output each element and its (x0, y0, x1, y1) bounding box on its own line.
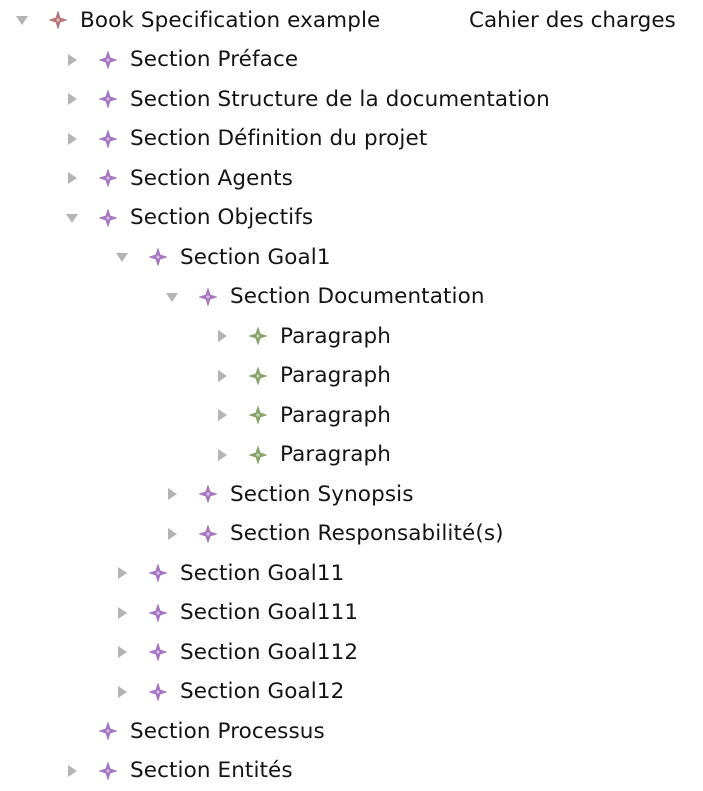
disclosure-collapsed-icon[interactable] (64, 131, 80, 147)
disclosure-collapsed-icon[interactable] (114, 605, 130, 621)
tree-item-section[interactable]: Section Goal12 (0, 672, 703, 712)
tree-item-label: Book Specification example (80, 7, 381, 33)
disclosure-collapsed-icon[interactable] (214, 368, 230, 384)
tree-item-section[interactable]: Section Processus (0, 711, 703, 751)
tree-item-label: Section Goal11 (180, 560, 345, 586)
star-icon (248, 365, 268, 386)
tree-item-section[interactable]: Section Entités (0, 751, 703, 791)
disclosure-expanded-icon[interactable] (64, 210, 80, 226)
tree-item-label: Paragraph (280, 402, 392, 428)
outline-tree: Book Specification example Cahier des cha… (0, 0, 703, 787)
star-icon (198, 286, 218, 307)
star-icon (198, 484, 218, 504)
star-icon (98, 49, 118, 70)
tree-item-paragraph[interactable]: Paragraph (0, 395, 703, 435)
tree-item-section[interactable]: Section Documentation (0, 277, 703, 317)
disclosure-collapsed-icon[interactable] (114, 565, 130, 581)
tree-item-section[interactable]: Section Structure de la documentation (0, 79, 703, 119)
star-icon (148, 247, 168, 267)
disclosure-collapsed-icon[interactable] (114, 644, 130, 660)
tree-item-section[interactable]: Section Synopsis (0, 474, 703, 514)
tree-item-section[interactable]: Section Définition du projet (0, 119, 703, 159)
tree-item-label: Section Documentation (230, 284, 485, 309)
disclosure-collapsed-icon[interactable] (214, 447, 230, 463)
star-icon (48, 10, 68, 30)
tree-item-label: Section Entités (130, 758, 293, 783)
tree-item-section[interactable]: Section Préface (0, 40, 703, 80)
tree-item-paragraph[interactable]: Paragraph (0, 316, 703, 356)
tree-item-label: Section Synopsis (230, 481, 414, 507)
star-icon (198, 523, 218, 544)
star-icon (148, 681, 168, 702)
tree-item-label: Section Objectifs (130, 205, 314, 230)
star-icon (98, 89, 118, 109)
disclosure-collapsed-icon[interactable] (64, 52, 80, 68)
star-icon (248, 405, 268, 425)
disclosure-collapsed-icon[interactable] (64, 91, 80, 107)
tree-item-extra: Cahier des charges (469, 7, 676, 33)
star-icon (98, 168, 118, 188)
disclosure-collapsed-icon[interactable] (214, 328, 230, 344)
tree-item-section[interactable]: Section Agents (0, 158, 703, 198)
tree-item-label: Section Goal112 (180, 639, 359, 665)
tree-item-label: Section Définition du projet (130, 126, 428, 151)
tree-item-section[interactable]: Section Responsabilité(s) (0, 514, 703, 554)
tree-item-label: Paragraph (280, 363, 392, 388)
star-icon (148, 602, 168, 623)
tree-item-label: Section Goal111 (180, 600, 359, 625)
star-icon (248, 444, 268, 465)
tree-item-label: Paragraph (280, 323, 392, 349)
star-icon (148, 563, 168, 583)
tree-item-section[interactable]: Section Objectifs (0, 198, 703, 238)
tree-item-section[interactable]: Section Goal112 (0, 632, 703, 672)
star-icon (148, 642, 168, 662)
star-icon (98, 760, 118, 781)
disclosure-expanded-icon[interactable] (164, 289, 180, 305)
star-icon (248, 326, 268, 346)
tree-item-label: Section Structure de la documentation (130, 86, 550, 112)
star-icon (98, 128, 118, 149)
disclosure-expanded-icon[interactable] (14, 12, 30, 28)
tree-item-label: Section Goal1 (180, 244, 331, 270)
disclosure-collapsed-icon[interactable] (214, 407, 230, 423)
tree-item-label: Section Préface (130, 47, 299, 72)
disclosure-collapsed-icon[interactable] (64, 763, 80, 779)
disclosure-collapsed-icon[interactable] (164, 526, 180, 542)
tree-item-paragraph[interactable]: Paragraph (0, 356, 703, 396)
disclosure-expanded-icon[interactable] (114, 249, 130, 265)
tree-item-root[interactable]: Book Specification example Cahier des cha… (0, 0, 703, 40)
tree-item-label: Section Agents (130, 165, 293, 191)
tree-item-section[interactable]: Section Goal1 (0, 237, 703, 277)
tree-item-label: Section Goal12 (180, 679, 345, 704)
disclosure-collapsed-icon[interactable] (64, 170, 80, 186)
disclosure-collapsed-icon[interactable] (114, 684, 130, 700)
tree-item-label: Section Processus (130, 718, 325, 744)
disclosure-collapsed-icon[interactable] (164, 486, 180, 502)
tree-item-paragraph[interactable]: Paragraph (0, 435, 703, 475)
tree-item-section[interactable]: Section Goal111 (0, 593, 703, 633)
star-icon (98, 207, 118, 228)
tree-item-label: Paragraph (280, 442, 392, 467)
tree-item-label: Section Responsabilité(s) (230, 521, 504, 546)
tree-item-section[interactable]: Section Goal11 (0, 553, 703, 593)
star-icon (98, 721, 118, 741)
